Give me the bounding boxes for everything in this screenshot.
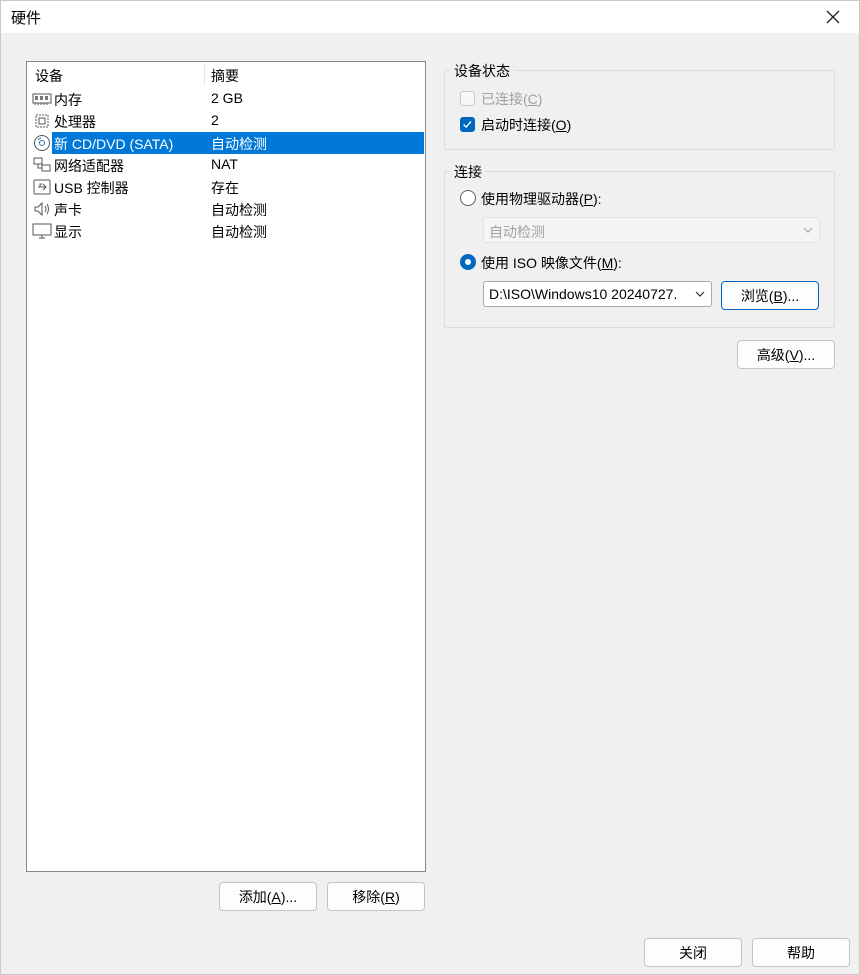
window-title: 硬件 <box>11 7 41 28</box>
device-summary: 存在 <box>211 178 239 198</box>
device-row-usb-controller[interactable]: USB 控制器 存在 <box>27 176 425 198</box>
iso-path-value: D:\ISO\Windows10 20240727. <box>489 286 689 302</box>
column-header-device[interactable]: 设备 <box>35 66 63 86</box>
remove-label-suffix: ) <box>395 889 400 905</box>
device-summary: 2 <box>211 112 219 128</box>
connected-label: 已连接(C) <box>481 89 542 109</box>
network-adapter-icon <box>32 156 52 174</box>
iso-path-combobox[interactable]: D:\ISO\Windows10 20240727. <box>483 281 712 307</box>
physical-drive-value: 自动检测 <box>489 222 545 242</box>
use-physical-drive-label: 使用物理驱动器(P): <box>481 189 602 209</box>
device-name: 处理器 <box>54 112 96 132</box>
cd-dvd-icon <box>32 134 52 152</box>
sound-card-icon <box>32 200 52 218</box>
close-icon <box>826 10 840 24</box>
add-label: 添加( <box>239 887 272 907</box>
device-status-group <box>444 70 835 150</box>
device-summary: 2 GB <box>211 90 243 106</box>
device-summary: 自动检测 <box>211 134 267 154</box>
device-row-processor[interactable]: 处理器 2 <box>27 110 425 132</box>
device-name: 网络适配器 <box>54 156 124 176</box>
list-header: 设备 摘要 <box>27 62 425 88</box>
device-name: 新 CD/DVD (SATA) <box>54 134 173 154</box>
add-label-suffix: )... <box>281 889 297 905</box>
connect-at-power-on-checkbox[interactable] <box>460 117 475 132</box>
add-device-button[interactable]: 添加(A)... <box>219 882 317 911</box>
use-iso-image-label: 使用 ISO 映像文件(M): <box>481 253 622 273</box>
device-row-sound-card[interactable]: 声卡 自动检测 <box>27 198 425 220</box>
close-button[interactable]: 关闭 <box>644 938 742 967</box>
device-summary: 自动检测 <box>211 222 267 242</box>
display-icon <box>32 222 52 240</box>
device-list[interactable]: 设备 摘要 内存 2 GB 处理器 2 新 CD/DVD (SATA) 自动检测… <box>26 61 426 872</box>
browse-access-key: B <box>773 288 782 304</box>
title-bar: 硬件 <box>1 1 859 33</box>
hardware-dialog: 硬件 设备 摘要 内存 2 GB 处理器 2 新 CD/DVD (SATA) 自… <box>0 0 860 975</box>
device-name: USB 控制器 <box>54 178 129 198</box>
use-physical-drive-radio[interactable] <box>460 190 476 206</box>
device-row-network-adapter[interactable]: 网络适配器 NAT <box>27 154 425 176</box>
browse-button[interactable]: 浏览(B)... <box>721 281 819 310</box>
device-row-cd-dvd[interactable]: 新 CD/DVD (SATA) 自动检测 <box>27 132 425 154</box>
physical-drive-select[interactable]: 自动检测 <box>483 217 820 243</box>
device-name: 内存 <box>54 90 82 110</box>
device-summary: 自动检测 <box>211 200 267 220</box>
remove-device-button[interactable]: 移除(R) <box>327 882 425 911</box>
help-button[interactable]: 帮助 <box>752 938 850 967</box>
device-status-title: 设备状态 <box>450 61 514 81</box>
browse-label: 浏览( <box>741 286 774 306</box>
close-window-button[interactable] <box>815 3 851 31</box>
memory-icon <box>32 90 52 108</box>
advanced-label-suffix: )... <box>799 347 815 363</box>
use-iso-image-radio[interactable] <box>460 254 476 270</box>
column-header-summary[interactable]: 摘要 <box>211 66 239 86</box>
usb-icon <box>32 178 52 196</box>
chevron-down-icon <box>801 223 815 237</box>
advanced-label: 高级( <box>757 345 790 365</box>
column-separator[interactable] <box>204 64 205 86</box>
device-row-display[interactable]: 显示 自动检测 <box>27 220 425 242</box>
remove-label: 移除( <box>352 887 385 907</box>
advanced-button[interactable]: 高级(V)... <box>737 340 835 369</box>
connected-checkbox[interactable] <box>460 91 475 106</box>
processor-icon <box>32 112 52 130</box>
browse-label-suffix: )... <box>783 288 799 304</box>
device-summary: NAT <box>211 156 238 172</box>
connection-title: 连接 <box>450 162 486 182</box>
advanced-access-key: V <box>789 347 798 363</box>
connect-at-power-on-label: 启动时连接(O) <box>481 115 571 135</box>
chevron-down-icon <box>693 287 707 301</box>
add-access-key: A <box>271 889 280 905</box>
device-name: 显示 <box>54 222 82 242</box>
remove-access-key: R <box>385 889 395 905</box>
device-row-memory[interactable]: 内存 2 GB <box>27 88 425 110</box>
device-name: 声卡 <box>54 200 82 220</box>
checkmark-icon <box>461 118 474 131</box>
